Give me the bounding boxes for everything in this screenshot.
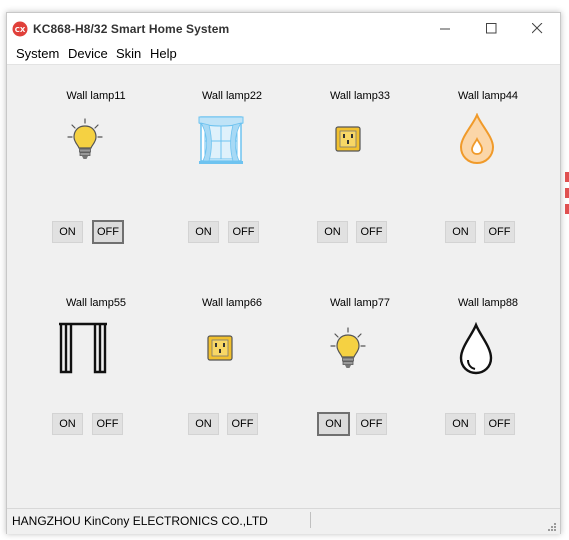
lamp22-off-button[interactable]: OFF	[228, 221, 259, 243]
lamp-label: Wall lamp22	[201, 90, 263, 102]
close-icon	[531, 23, 542, 34]
lamp22-on-button[interactable]: ON	[188, 221, 219, 243]
background-window-edge	[565, 172, 569, 214]
lamp-label: Wall lamp55	[65, 297, 127, 309]
lamp66-off-button[interactable]: OFF	[227, 413, 258, 435]
lamp33-off-button[interactable]: OFF	[356, 221, 387, 243]
lamp-label: Wall lamp88	[457, 297, 519, 309]
close-button[interactable]	[514, 13, 560, 44]
lamp55-on-button[interactable]: ON	[52, 413, 83, 435]
menu-bar: System Device Skin Help	[7, 44, 560, 65]
lamp-label: Wall lamp11	[66, 90, 126, 102]
app-window: CX KC868-H8/32 Smart Home System System …	[6, 12, 561, 534]
menu-device[interactable]: Device	[66, 46, 110, 61]
bulb-icon[interactable]	[67, 117, 103, 167]
water-drop-outline-icon[interactable]	[458, 322, 494, 376]
lamp11-off-button[interactable]: OFF	[92, 220, 124, 244]
menu-system[interactable]: System	[14, 46, 61, 61]
water-drop-icon[interactable]	[459, 113, 495, 165]
minimize-button[interactable]	[422, 13, 468, 44]
menu-skin[interactable]: Skin	[114, 46, 143, 61]
lamp88-off-button[interactable]: OFF	[484, 413, 515, 435]
status-divider	[310, 512, 311, 528]
socket-icon[interactable]	[335, 126, 361, 152]
socket-icon[interactable]	[207, 335, 233, 361]
curtain-icon[interactable]	[57, 321, 109, 375]
lamp44-on-button[interactable]: ON	[445, 221, 476, 243]
resize-grip-icon[interactable]	[546, 521, 556, 531]
lamp-label: Wall lamp77	[329, 297, 391, 309]
status-bar: HANGZHOU KinCony ELECTRONICS CO.,LTD	[7, 508, 560, 534]
window-title: KC868-H8/32 Smart Home System	[33, 22, 230, 36]
lamp-label: Wall lamp33	[329, 90, 391, 102]
maximize-icon	[485, 23, 496, 34]
bulb-icon[interactable]	[330, 326, 366, 376]
lamp55-off-button[interactable]: OFF	[92, 413, 123, 435]
lamp-label: Wall lamp66	[201, 297, 263, 309]
lamp33-on-button[interactable]: ON	[317, 221, 348, 243]
lamp66-on-button[interactable]: ON	[188, 413, 219, 435]
minimize-icon	[439, 28, 450, 30]
svg-text:CX: CX	[15, 26, 26, 34]
app-logo-icon: CX	[12, 21, 28, 37]
menu-help[interactable]: Help	[148, 46, 179, 61]
title-bar[interactable]: CX KC868-H8/32 Smart Home System	[7, 13, 560, 44]
lamp77-off-button[interactable]: OFF	[356, 413, 387, 435]
lamp11-on-button[interactable]: ON	[52, 221, 83, 243]
lamp88-on-button[interactable]: ON	[445, 413, 476, 435]
lamp-label: Wall lamp44	[457, 90, 519, 102]
status-company-text: HANGZHOU KinCony ELECTRONICS CO.,LTD	[12, 514, 268, 528]
lamp77-on-button[interactable]: ON	[317, 412, 350, 436]
maximize-button[interactable]	[468, 13, 514, 44]
lamp44-off-button[interactable]: OFF	[484, 221, 515, 243]
window-curtain-icon[interactable]	[197, 113, 245, 165]
